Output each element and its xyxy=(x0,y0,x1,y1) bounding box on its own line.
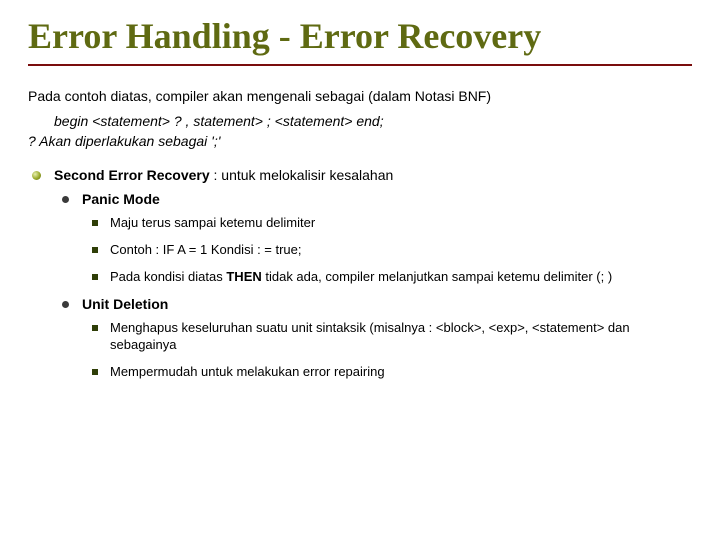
bullet-unit-deletion: Unit Deletion Menghapus keseluruhan suat… xyxy=(62,296,692,381)
bullet-list-lvl2: Panic Mode Maju terus sampai ketemu deli… xyxy=(62,191,692,380)
panic-item-1: Maju terus sampai ketemu delimiter xyxy=(92,215,692,232)
unit-deletion-items: Menghapus keseluruhan suatu unit sintaks… xyxy=(92,320,692,381)
bullet1-rest: : untuk melokalisir kesalahan xyxy=(210,167,394,183)
slide: Error Handling - Error Recovery Pada con… xyxy=(0,0,720,540)
panic-mode-items: Maju terus sampai ketemu delimiter Conto… xyxy=(92,215,692,286)
bullet1-bold: Second Error Recovery xyxy=(54,167,210,183)
unit-deletion-label: Unit Deletion xyxy=(82,296,168,312)
bullet-list-lvl1: Second Error Recovery : untuk melokalisi… xyxy=(32,167,692,380)
panic3-bold: THEN xyxy=(226,269,261,284)
unit-item-2: Mempermudah untuk melakukan error repair… xyxy=(92,364,692,381)
bnf-code: begin <statement> ? , statement> ; <stat… xyxy=(54,113,692,129)
bullet-panic-mode: Panic Mode Maju terus sampai ketemu deli… xyxy=(62,191,692,286)
unit-item-1: Menghapus keseluruhan suatu unit sintaks… xyxy=(92,320,692,354)
panic-item-2: Contoh : IF A = 1 Kondisi : = true; xyxy=(92,242,692,259)
page-title: Error Handling - Error Recovery xyxy=(28,18,692,66)
panic3-pre: Pada kondisi diatas xyxy=(110,269,226,284)
intro-text: Pada contoh diatas, compiler akan mengen… xyxy=(28,88,692,106)
note-text: ? Akan diperlakukan sebagai ';' xyxy=(28,133,692,149)
panic-mode-label: Panic Mode xyxy=(82,191,160,207)
panic-item-3: Pada kondisi diatas THEN tidak ada, comp… xyxy=(92,269,692,286)
panic3-post: tidak ada, compiler melanjutkan sampai k… xyxy=(262,269,612,284)
bullet-second-error-recovery: Second Error Recovery : untuk melokalisi… xyxy=(32,167,692,380)
